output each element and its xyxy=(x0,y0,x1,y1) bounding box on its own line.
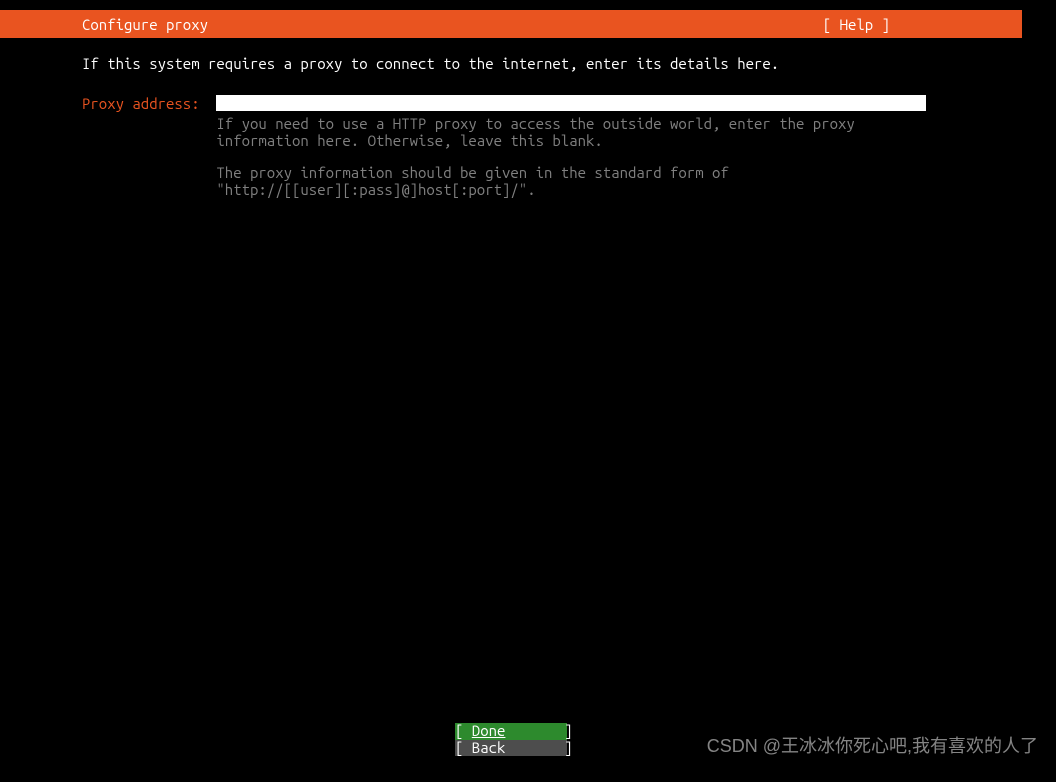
back-button[interactable]: [ Back ] xyxy=(455,740,567,757)
help-button[interactable]: [ Help ] xyxy=(823,16,1022,33)
header-bar: Configure proxy [ Help ] xyxy=(0,10,1022,38)
proxy-help-line4: "http://[[user][:pass]@]host[:port]/". xyxy=(216,182,926,199)
proxy-help-line2: information here. Otherwise, leave this … xyxy=(216,133,926,150)
instruction-text: If this system requires a proxy to conne… xyxy=(82,52,1022,76)
proxy-address-input[interactable] xyxy=(216,95,926,111)
proxy-help-line1: If you need to use a HTTP proxy to acces… xyxy=(216,116,926,133)
proxy-help-line3: The proxy information should be given in… xyxy=(216,165,926,182)
right-padding xyxy=(1022,10,1056,782)
done-button-label: Done xyxy=(472,722,506,739)
back-button-label: Back xyxy=(472,739,506,756)
content-area: If this system requires a proxy to conne… xyxy=(0,38,1022,198)
page-title: Configure proxy xyxy=(0,16,208,33)
footer-buttons: [ Done ] [ Back ] xyxy=(0,723,1022,756)
done-button[interactable]: [ Done ] xyxy=(455,723,567,740)
proxy-address-label: Proxy address: xyxy=(82,92,216,116)
proxy-field-row: Proxy address: If you need to use a HTTP… xyxy=(82,92,1022,198)
